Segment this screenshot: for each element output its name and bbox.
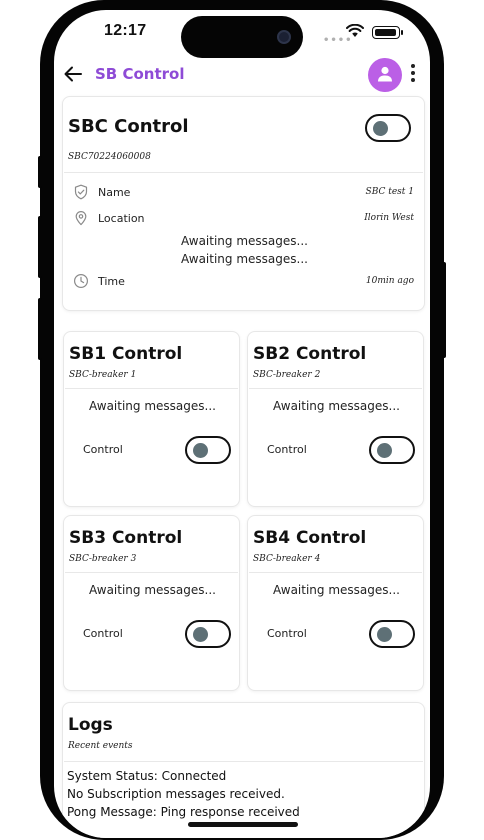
breaker-id: SBC-breaker 4 [253,554,321,564]
sb4-control-card: SB4 Control SBC-breaker 4 Awaiting messa… [247,515,424,691]
status-message: Awaiting messages... [181,252,308,266]
location-label: Location [98,212,145,225]
power-button [442,262,446,358]
screen: 12:17 •••• SB Control SBC Control SBC702… [54,10,430,838]
sb2-control-card: SB2 Control SBC-breaker 2 Awaiting messa… [247,331,424,507]
home-indicator [188,822,298,827]
shield-check-icon [74,184,88,200]
location-pin-icon [75,211,87,226]
status-message: Awaiting messages... [273,583,400,597]
card-title: SB4 Control [253,528,367,548]
log-entry: Pong Message: Ping response received [67,805,300,819]
sbc-control-card: SBC Control SBC70224060008 Name SBC test… [62,96,425,311]
logs-subtitle: Recent events [68,741,133,751]
toggle-knob [193,443,208,458]
sb1-control-card: SB1 Control SBC-breaker 1 Awaiting messa… [63,331,240,507]
battery-icon [372,26,400,39]
status-message: Awaiting messages... [89,399,216,413]
action-button [38,156,42,188]
logs-title: Logs [68,715,113,735]
divider [249,572,422,573]
log-entry: System Status: Connected [67,769,227,783]
volume-down-button [38,298,42,360]
person-icon [378,66,392,82]
toggle-knob [377,443,392,458]
card-title: SBC Control [68,116,189,137]
divider [249,388,422,389]
camera-icon [277,30,291,44]
arrow-left-icon[interactable] [62,63,84,85]
app-bar: SB Control [54,58,430,98]
divider [65,572,238,573]
card-title: SB3 Control [69,528,183,548]
breaker-id: SBC-breaker 1 [69,370,137,380]
breaker-id: SBC-breaker 3 [69,554,137,564]
toggle-knob [193,627,208,642]
control-label: Control [267,627,307,640]
sb3-toggle[interactable] [185,620,231,648]
page-title: SB Control [95,65,185,83]
time-label: Time [98,275,125,288]
volume-up-button [38,216,42,278]
toggle-knob [377,627,392,642]
avatar[interactable] [368,58,402,92]
card-title: SB1 Control [69,344,183,364]
status-message: Awaiting messages... [89,583,216,597]
toggle-knob [373,121,388,136]
dynamic-island [181,16,303,58]
log-entry: No Subscription messages received. [67,787,285,801]
status-bar: 12:17 •••• [54,10,430,58]
wifi-icon [346,24,364,37]
sb2-toggle[interactable] [369,436,415,464]
name-value: SBC test 1 [365,187,414,197]
status-message: Awaiting messages... [273,399,400,413]
control-label: Control [267,443,307,456]
status-time: 12:17 [104,22,147,39]
battery-cap [401,30,403,35]
name-label: Name [98,186,131,199]
sbc-toggle[interactable] [365,114,411,142]
sbc-serial: SBC70224060008 [68,152,151,162]
status-message: Awaiting messages... [181,234,308,248]
time-value: 10min ago [365,276,414,286]
card-title: SB2 Control [253,344,367,364]
clock-icon [73,273,89,289]
sb3-control-card: SB3 Control SBC-breaker 3 Awaiting messa… [63,515,240,691]
sb4-toggle[interactable] [369,620,415,648]
divider [64,172,423,173]
divider [64,761,423,762]
control-label: Control [83,627,123,640]
location-value: Ilorin West [364,213,414,223]
more-vertical-icon[interactable] [407,62,419,88]
control-label: Control [83,443,123,456]
sb1-toggle[interactable] [185,436,231,464]
breaker-id: SBC-breaker 2 [253,370,321,380]
divider [65,388,238,389]
